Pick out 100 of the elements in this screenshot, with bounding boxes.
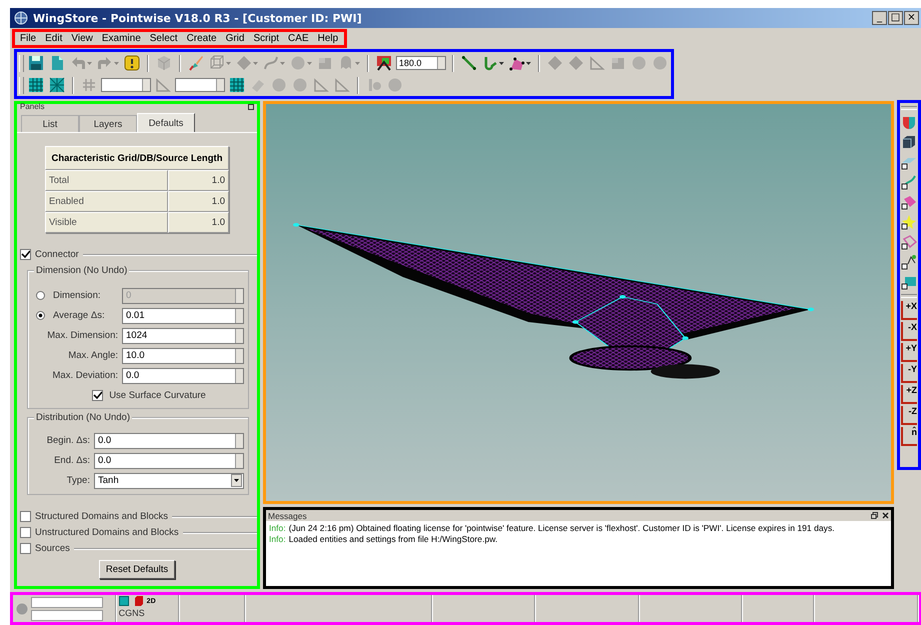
window-title: WingStore - Pointwise V18.0 R3 - [Customer ID: PWI] — [33, 12, 363, 24]
toolbar-button[interactable] — [901, 133, 917, 151]
float-icon[interactable] — [248, 104, 254, 110]
toolbar-button[interactable] — [901, 253, 917, 271]
menu-item[interactable]: Examine — [102, 33, 141, 44]
view-axis-button[interactable]: +Z — [901, 385, 917, 404]
maximize-button[interactable]: □ — [888, 11, 903, 25]
checkbox-label: Use Surface Curvature — [109, 390, 206, 400]
message-level: Info: — [269, 523, 286, 533]
panel-tab[interactable]: Defaults — [137, 113, 195, 132]
section-label: Structured Domains and Blocks — [35, 511, 168, 522]
section-label: Connector — [35, 249, 79, 260]
menu-item[interactable]: File — [20, 33, 36, 44]
table-heading: Characteristic Grid/DB/Source Length — [45, 146, 229, 170]
panel-title: Panels — [20, 103, 44, 111]
status-light-icon — [16, 602, 28, 614]
curve-icon — [482, 55, 498, 71]
diamond-icon — [547, 55, 563, 71]
message-text: Loaded entities and settings from file H:/WingStore.pw. — [288, 534, 498, 544]
value-field[interactable] — [175, 78, 225, 92]
dropdown[interactable]: Tanh — [94, 472, 244, 488]
caret-icon — [280, 62, 285, 64]
caret-icon — [526, 62, 531, 64]
spin-field[interactable]: 0.01 — [122, 308, 244, 324]
checkbox[interactable] — [20, 511, 31, 522]
panel-tab[interactable]: List — [21, 115, 79, 132]
solver-name: CGNS — [118, 608, 146, 618]
group-title: Dimension (No Undo) — [34, 265, 130, 276]
checkbox[interactable] — [92, 390, 104, 400]
points-icon — [901, 254, 917, 270]
diamond-icon — [236, 55, 252, 71]
paintbrush-icon — [188, 55, 204, 71]
float-icon[interactable] — [871, 512, 878, 519]
spin-field[interactable]: 1024 — [122, 328, 244, 344]
circle-icon — [290, 55, 306, 71]
menu-item[interactable]: CAE — [288, 33, 309, 44]
group-title: Distribution (No Undo) — [34, 412, 132, 423]
curve-icon — [263, 55, 279, 71]
minimize-button[interactable]: _ — [872, 11, 887, 25]
square-icon — [901, 274, 917, 290]
checkbox[interactable] — [20, 527, 31, 538]
menu-item[interactable]: Edit — [45, 33, 62, 44]
toolbar-button[interactable] — [901, 233, 917, 251]
view-axis-button[interactable]: +X — [901, 301, 917, 320]
undo-icon — [70, 55, 86, 71]
field-label: Type: — [66, 475, 90, 486]
wireframe-cube-icon — [209, 55, 225, 71]
block-icon — [610, 55, 626, 71]
view-axis-button[interactable]: -Y — [901, 364, 917, 383]
close-icon[interactable] — [882, 512, 889, 519]
table-cell: Enabled — [45, 191, 168, 212]
view-axis-button[interactable]: n̂ — [901, 427, 917, 446]
menu-item[interactable]: Select — [150, 33, 178, 44]
diamond-icon — [568, 55, 584, 71]
menu-item[interactable]: Grid — [226, 33, 244, 44]
caret-icon — [114, 62, 119, 64]
menu-item[interactable]: View — [71, 33, 93, 44]
spin-field[interactable]: 0.0 — [122, 368, 244, 384]
spin-field[interactable]: 0.0 — [94, 432, 244, 448]
menu-item[interactable]: Create — [186, 33, 217, 44]
toolbar-button[interactable] — [901, 213, 917, 231]
toolbar-button[interactable] — [901, 193, 917, 211]
toolbar-button[interactable] — [27, 76, 45, 94]
grid-icon — [229, 77, 245, 93]
field-label: Dimension: — [53, 290, 101, 301]
box-icon — [901, 134, 917, 150]
checkbox[interactable] — [20, 543, 31, 554]
menu-item[interactable]: Help — [318, 33, 338, 44]
star-icon — [901, 214, 917, 230]
view-axis-button[interactable]: -Z — [901, 406, 917, 425]
checkmark-icon — [93, 390, 102, 400]
toolbar-button[interactable] — [460, 54, 478, 72]
value-field[interactable]: 180.0 — [396, 56, 446, 70]
message-level: Info: — [269, 534, 286, 544]
toolbar-button[interactable] — [228, 76, 246, 94]
mask-icon — [901, 114, 917, 130]
checkbox[interactable] — [20, 249, 31, 260]
caret-icon — [226, 62, 231, 64]
toolbar-button[interactable] — [123, 54, 141, 72]
reset-defaults-button[interactable]: Reset Defaults — [98, 560, 176, 579]
radio-button[interactable] — [36, 311, 45, 320]
table-cell: 1.0 — [168, 170, 229, 191]
spin-field[interactable]: 10.0 — [122, 348, 244, 364]
mesh-icon — [49, 77, 65, 93]
menu-item[interactable]: Script — [253, 33, 280, 44]
circle-icon — [387, 77, 403, 93]
close-button[interactable]: × — [904, 11, 919, 25]
field-label: Max. Deviation: — [52, 370, 118, 381]
section-label: Unstructured Domains and Blocks — [35, 527, 179, 538]
toolbar-button[interactable] — [27, 54, 45, 72]
spin-field[interactable]: 0.0 — [94, 452, 244, 468]
block-icon — [317, 55, 333, 71]
table-cell: 1.0 — [168, 191, 229, 212]
triangle-icon — [589, 55, 605, 71]
view-axis-button[interactable]: +Y — [901, 343, 917, 362]
field-label: Begin. Δs: — [46, 435, 90, 446]
triangle-icon — [334, 77, 350, 93]
value-field[interactable] — [101, 78, 151, 92]
view-axis-button[interactable]: -X — [901, 322, 917, 341]
toolbar-button[interactable] — [901, 173, 917, 191]
